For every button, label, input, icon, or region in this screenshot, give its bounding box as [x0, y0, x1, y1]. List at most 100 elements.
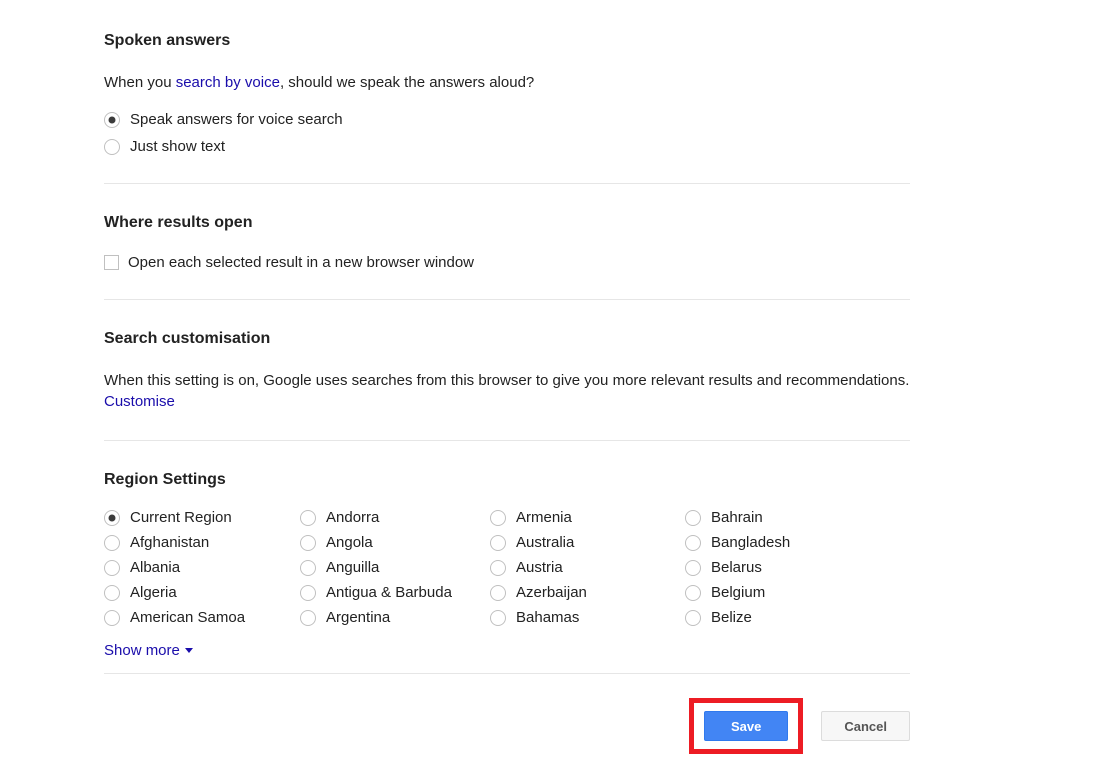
region-label: Armenia	[516, 509, 572, 526]
region-settings-section: Region Settings Current Region Afghanist…	[104, 471, 910, 659]
region-label: Anguilla	[326, 559, 379, 576]
radio-icon[interactable]	[104, 585, 120, 601]
spoken-desc-prefix: When you	[104, 74, 176, 91]
radio-icon[interactable]	[300, 535, 316, 551]
radio-label: Just show text	[130, 138, 225, 155]
region-label: Andorra	[326, 509, 379, 526]
spoken-radio-group: Speak answers for voice search Just show…	[104, 111, 910, 155]
radio-icon[interactable]	[104, 510, 120, 526]
button-row: Save Cancel	[104, 698, 910, 754]
region-settings-title: Region Settings	[104, 471, 910, 489]
search-custom-text: When this setting is on, Google uses sea…	[104, 372, 909, 389]
radio-icon[interactable]	[104, 139, 120, 155]
radio-icon[interactable]	[490, 585, 506, 601]
checkbox-label: Open each selected result in a new brows…	[128, 254, 474, 271]
region-option[interactable]: Belize	[685, 605, 875, 630]
region-option[interactable]: Belgium	[685, 580, 875, 605]
radio-icon[interactable]	[300, 610, 316, 626]
region-label: Algeria	[130, 584, 177, 601]
region-option[interactable]: Afghanistan	[104, 530, 300, 555]
radio-icon[interactable]	[685, 585, 701, 601]
region-option[interactable]: Andorra	[300, 505, 490, 530]
spoken-answers-title: Spoken answers	[104, 32, 910, 50]
customise-link[interactable]: Customise	[104, 393, 175, 410]
radio-label: Speak answers for voice search	[130, 111, 343, 128]
radio-icon[interactable]	[104, 535, 120, 551]
region-option[interactable]: Azerbaijan	[490, 580, 685, 605]
region-option[interactable]: Australia	[490, 530, 685, 555]
checkbox-icon[interactable]	[104, 255, 119, 270]
region-label: American Samoa	[130, 609, 245, 626]
region-label: Afghanistan	[130, 534, 209, 551]
region-label: Belarus	[711, 559, 762, 576]
radio-icon[interactable]	[300, 510, 316, 526]
region-label: Albania	[130, 559, 180, 576]
chevron-down-icon	[185, 648, 193, 653]
show-more-link[interactable]: Show more	[104, 642, 193, 659]
spoken-answers-section: Spoken answers When you search by voice,…	[104, 32, 910, 155]
radio-icon[interactable]	[490, 510, 506, 526]
search-customisation-title: Search customisation	[104, 330, 910, 348]
radio-icon[interactable]	[490, 560, 506, 576]
radio-icon[interactable]	[490, 610, 506, 626]
search-customisation-desc: When this setting is on, Google uses sea…	[104, 370, 910, 412]
spoken-desc-suffix: , should we speak the answers aloud?	[280, 74, 534, 91]
region-option[interactable]: Bangladesh	[685, 530, 875, 555]
region-option[interactable]: Algeria	[104, 580, 300, 605]
divider	[104, 440, 910, 441]
cancel-button[interactable]: Cancel	[821, 711, 910, 741]
radio-icon[interactable]	[104, 560, 120, 576]
region-option[interactable]: Bahamas	[490, 605, 685, 630]
region-option[interactable]: Argentina	[300, 605, 490, 630]
region-label: Bangladesh	[711, 534, 790, 551]
radio-row-text[interactable]: Just show text	[104, 138, 910, 155]
region-option[interactable]: Antigua & Barbuda	[300, 580, 490, 605]
region-option[interactable]: American Samoa	[104, 605, 300, 630]
region-label: Azerbaijan	[516, 584, 587, 601]
radio-icon[interactable]	[300, 585, 316, 601]
radio-icon[interactable]	[300, 560, 316, 576]
radio-icon[interactable]	[104, 610, 120, 626]
radio-icon[interactable]	[685, 535, 701, 551]
region-col: Current Region Afghanistan Albania Alger…	[104, 505, 300, 630]
region-col: Andorra Angola Anguilla Antigua & Barbud…	[300, 505, 490, 630]
spoken-answers-desc: When you search by voice, should we spea…	[104, 72, 910, 93]
radio-icon[interactable]	[685, 610, 701, 626]
region-label: Belize	[711, 609, 752, 626]
region-col: Armenia Australia Austria Azerbaijan Bah…	[490, 505, 685, 630]
results-open-checkbox-row[interactable]: Open each selected result in a new brows…	[104, 254, 910, 271]
region-label: Antigua & Barbuda	[326, 584, 452, 601]
search-by-voice-link[interactable]: search by voice	[176, 74, 280, 91]
radio-icon[interactable]	[685, 560, 701, 576]
region-option[interactable]: Anguilla	[300, 555, 490, 580]
region-option[interactable]: Albania	[104, 555, 300, 580]
region-option[interactable]: Armenia	[490, 505, 685, 530]
radio-icon[interactable]	[490, 535, 506, 551]
radio-icon[interactable]	[104, 112, 120, 128]
region-col: Bahrain Bangladesh Belarus Belgium Beliz…	[685, 505, 875, 630]
region-label: Belgium	[711, 584, 765, 601]
region-label: Australia	[516, 534, 574, 551]
divider	[104, 673, 910, 674]
region-option[interactable]: Bahrain	[685, 505, 875, 530]
region-option[interactable]: Current Region	[104, 505, 300, 530]
region-option[interactable]: Belarus	[685, 555, 875, 580]
show-more-label: Show more	[104, 642, 180, 659]
divider	[104, 183, 910, 184]
region-label: Angola	[326, 534, 373, 551]
region-label: Argentina	[326, 609, 390, 626]
radio-icon[interactable]	[685, 510, 701, 526]
radio-row-speak[interactable]: Speak answers for voice search	[104, 111, 910, 128]
region-option[interactable]: Austria	[490, 555, 685, 580]
save-highlight-box: Save	[689, 698, 803, 754]
region-label: Austria	[516, 559, 563, 576]
search-customisation-section: Search customisation When this setting i…	[104, 330, 910, 412]
region-label: Current Region	[130, 509, 232, 526]
save-button[interactable]: Save	[704, 711, 788, 741]
region-label: Bahrain	[711, 509, 763, 526]
results-open-title: Where results open	[104, 214, 910, 232]
region-grid: Current Region Afghanistan Albania Alger…	[104, 505, 910, 630]
results-open-section: Where results open Open each selected re…	[104, 214, 910, 271]
region-option[interactable]: Angola	[300, 530, 490, 555]
region-label: Bahamas	[516, 609, 579, 626]
